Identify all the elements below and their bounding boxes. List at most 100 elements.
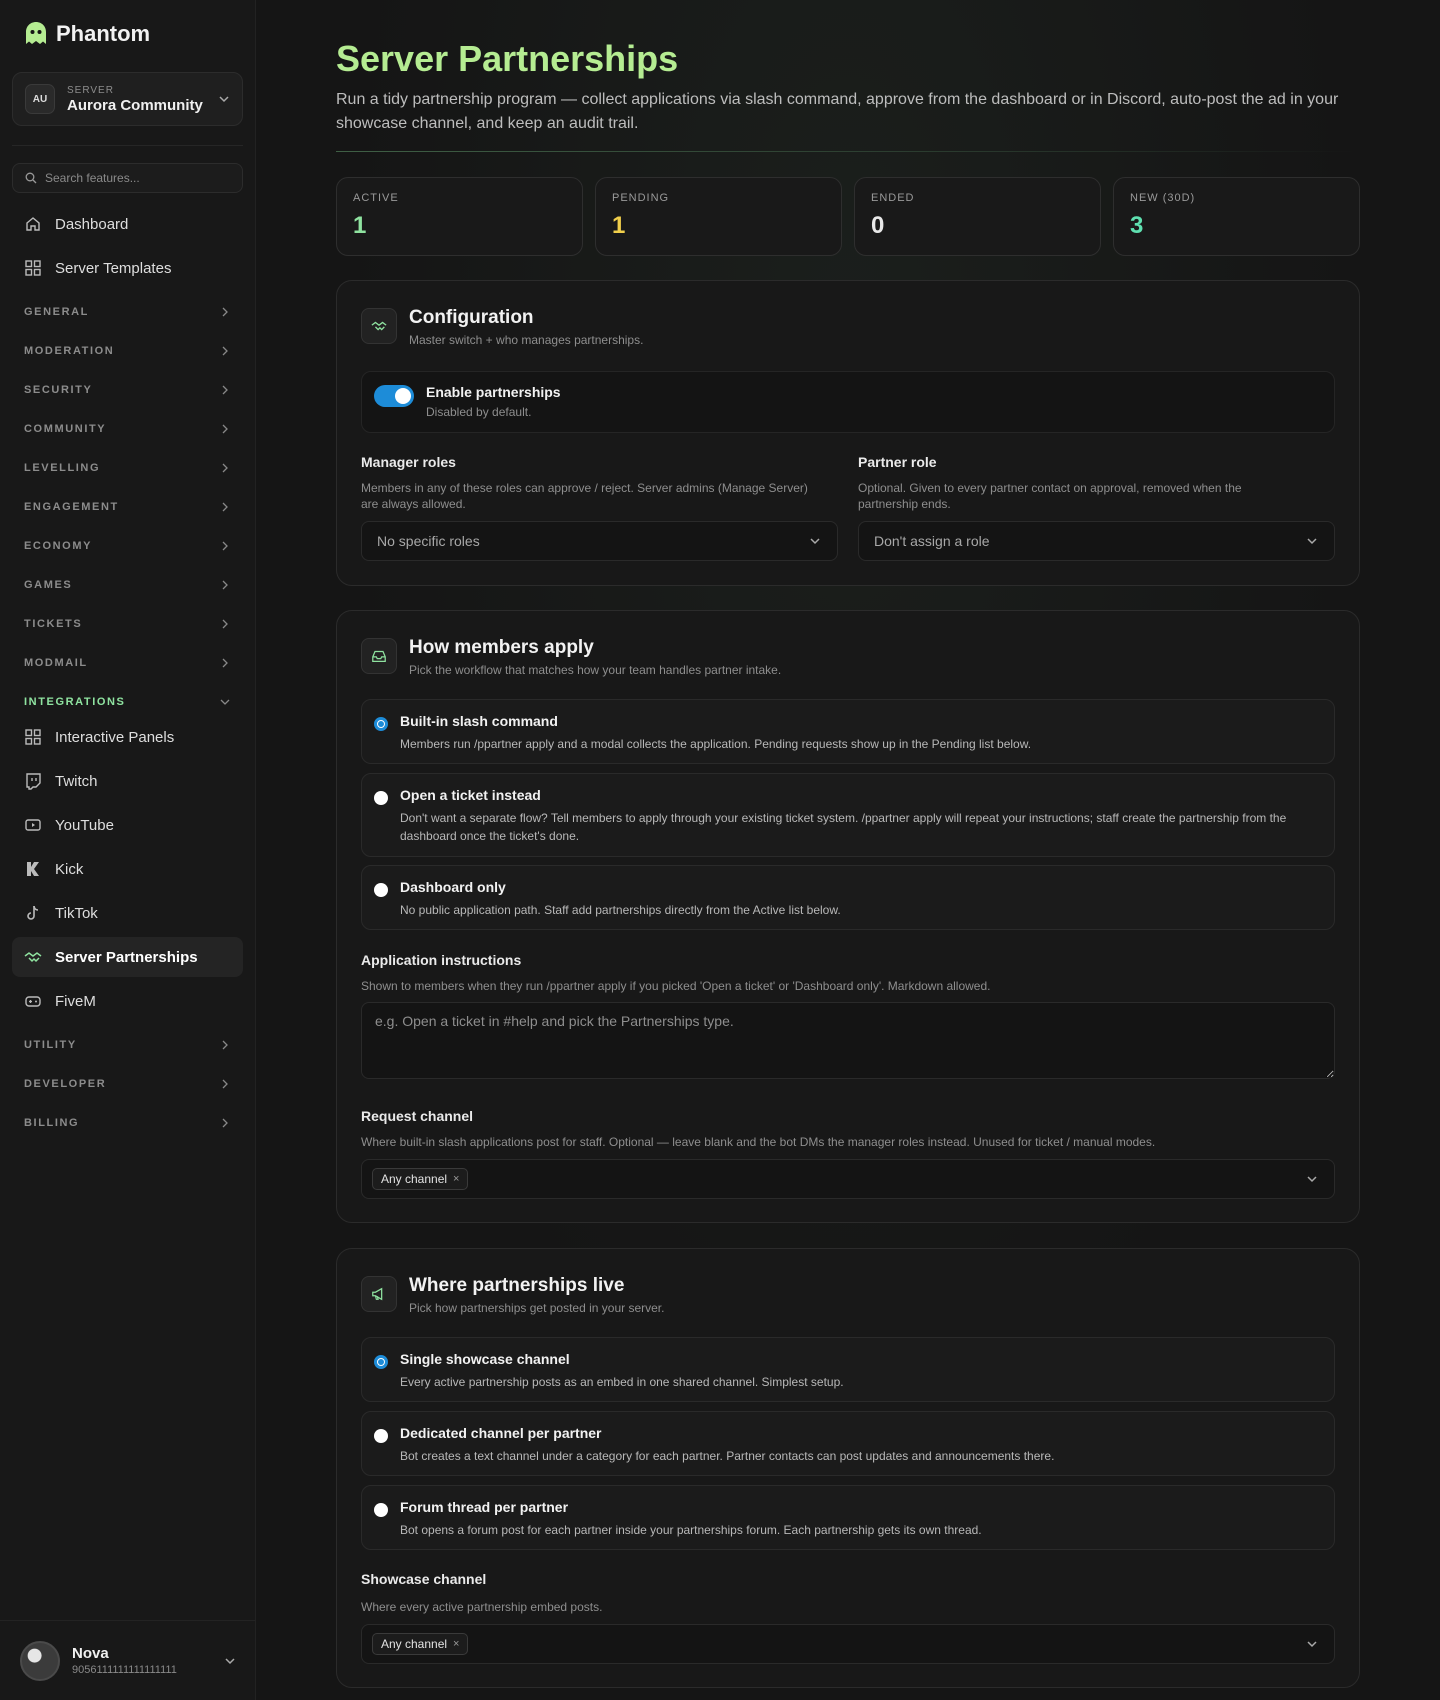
card-title: How members apply <box>409 637 594 658</box>
option-description: Bot creates a text channel under a categ… <box>400 1449 1055 1463</box>
nav-section-general[interactable]: GENERAL <box>24 302 230 322</box>
radio[interactable] <box>374 883 388 897</box>
nav-section-economy[interactable]: ECONOMY <box>24 536 230 556</box>
chip-label: Any channel <box>381 1637 448 1651</box>
stat-new-30d: NEW (30D) 3 <box>1113 177 1360 256</box>
chevron-right-icon <box>222 619 228 629</box>
grid-icon <box>25 729 41 745</box>
nav-server-partnerships[interactable]: Server Partnerships <box>12 937 243 977</box>
kick-icon <box>27 862 39 876</box>
radio-selected[interactable] <box>374 717 388 731</box>
main-content: Server Partnerships Run a tidy partnersh… <box>256 0 1440 1700</box>
option-description: Don't want a separate flow? Tell members… <box>400 811 1287 843</box>
partner-role-select[interactable]: Don't assign a role <box>858 521 1335 561</box>
channel-chip: Any channel × <box>372 1168 469 1190</box>
option-forum-thread[interactable]: Forum thread per partner Bot opens a for… <box>361 1485 1335 1550</box>
user-menu[interactable]: Nova 9056111111111111111 <box>0 1620 256 1700</box>
nav-section-label: UTILITY <box>24 1039 77 1051</box>
nav-interactive-panels[interactable]: Interactive Panels <box>12 717 243 757</box>
manager-roles-select[interactable]: No specific roles <box>361 521 838 561</box>
tiktok-icon <box>27 905 39 920</box>
nav-section-label: BILLING <box>24 1117 80 1129</box>
nav-section-security[interactable]: SECURITY <box>24 380 230 400</box>
stat-pending: PENDING 1 <box>595 177 842 256</box>
nav-youtube[interactable]: YouTube <box>12 805 243 845</box>
request-channel-select[interactable]: Any channel × <box>361 1159 1335 1199</box>
nav-item-label: Twitch <box>55 772 98 790</box>
handshake-icon <box>24 952 42 963</box>
option-dashboard-only[interactable]: Dashboard only No public application pat… <box>361 865 1335 930</box>
nav-section-label: GENERAL <box>24 306 89 318</box>
nav-section-label: DEVELOPER <box>24 1078 107 1090</box>
option-slash-command[interactable]: Built-in slash command Members run /ppar… <box>361 699 1335 764</box>
nav-kick[interactable]: Kick <box>12 849 243 889</box>
nav-section-billing[interactable]: BILLING <box>24 1113 230 1133</box>
nav-server-templates[interactable]: Server Templates <box>12 248 243 288</box>
option-title: Built-in slash command <box>400 713 558 729</box>
stat-value: 1 <box>612 212 626 239</box>
nav-twitch[interactable]: Twitch <box>12 761 243 801</box>
sidebar: Phantom AU SERVER Aurora Community Dashb… <box>0 0 256 1700</box>
card-subtitle: Master switch + who manages partnerships… <box>409 333 644 347</box>
chip-remove-icon[interactable]: × <box>453 1173 459 1185</box>
megaphone-icon <box>372 1287 383 1301</box>
nav-section-engagement[interactable]: ENGAGEMENT <box>24 497 230 517</box>
nav-item-label: YouTube <box>55 816 114 834</box>
chevron-down-icon <box>220 699 230 705</box>
where-partnerships-live-card: Where partnerships live Pick how partner… <box>336 1248 1360 1688</box>
chevron-down-icon <box>219 96 229 103</box>
page-title: Server Partnerships <box>336 38 679 79</box>
grid-icon <box>25 260 41 276</box>
option-dedicated-channel[interactable]: Dedicated channel per partner Bot create… <box>361 1411 1335 1476</box>
nav-tiktok[interactable]: TikTok <box>12 893 243 933</box>
manager-roles-label: Manager roles <box>361 454 456 470</box>
nav-section-modmail[interactable]: MODMAIL <box>24 653 230 673</box>
nav-section-community[interactable]: COMMUNITY <box>24 419 230 439</box>
nav-section-moderation[interactable]: MODERATION <box>24 341 230 361</box>
option-description: Every active partnership posts as an emb… <box>400 1375 844 1389</box>
radio[interactable] <box>374 1429 388 1443</box>
stat-value: 3 <box>1130 212 1144 239</box>
enable-partnerships-row[interactable]: Enable partnerships Disabled by default. <box>361 371 1335 433</box>
radio[interactable] <box>374 1503 388 1517</box>
brand[interactable]: Phantom <box>22 20 150 48</box>
how-members-apply-card: How members apply Pick the workflow that… <box>336 610 1360 1223</box>
nav-section-utility[interactable]: UTILITY <box>24 1035 230 1055</box>
avatar <box>20 1640 60 1681</box>
radio-selected[interactable] <box>374 1355 388 1369</box>
showcase-channel-select[interactable]: Any channel × <box>361 1624 1335 1664</box>
chip-remove-icon[interactable]: × <box>453 1638 459 1650</box>
card-icon <box>361 308 397 344</box>
request-channel-help: Where built-in slash applications post f… <box>361 1135 1156 1149</box>
nav-fivem[interactable]: FiveM <box>12 981 243 1021</box>
chevron-right-icon <box>222 658 228 668</box>
chevron-right-icon <box>222 1040 228 1050</box>
option-open-ticket[interactable]: Open a ticket instead Don't want a separ… <box>361 773 1335 857</box>
instructions-help: Shown to members when they run /ppartner… <box>361 979 991 993</box>
instructions-textarea[interactable] <box>361 1002 1335 1079</box>
server-label: SERVER <box>67 84 114 96</box>
nav-dashboard[interactable]: Dashboard <box>12 204 243 244</box>
chevron-right-icon <box>222 346 228 356</box>
toggle-title: Enable partnerships <box>426 384 561 400</box>
nav-section-label: MODERATION <box>24 345 115 357</box>
enable-partnerships-toggle[interactable] <box>374 385 414 407</box>
nav-section-tickets[interactable]: TICKETS <box>24 614 230 634</box>
nav-section-integrations[interactable]: INTEGRATIONS <box>24 692 230 712</box>
nav-section-levelling[interactable]: LEVELLING <box>24 458 230 478</box>
card-title: Where partnerships live <box>409 1275 625 1296</box>
page-description: Run a tidy partnership program — collect… <box>336 91 1339 132</box>
option-description: No public application path. Staff add pa… <box>400 903 841 917</box>
nav-section-label: LEVELLING <box>24 462 101 474</box>
option-title: Forum thread per partner <box>400 1499 569 1515</box>
chevron-right-icon <box>222 463 228 473</box>
nav-section-developer[interactable]: DEVELOPER <box>24 1074 230 1094</box>
server-selector[interactable]: AU SERVER Aurora Community <box>12 72 243 126</box>
search-box[interactable] <box>12 163 243 193</box>
option-single-showcase[interactable]: Single showcase channel Every active par… <box>361 1337 1335 1402</box>
stat-value: 0 <box>871 212 885 239</box>
radio[interactable] <box>374 791 388 805</box>
card-subtitle: Pick the workflow that matches how your … <box>409 663 782 677</box>
nav-section-games[interactable]: GAMES <box>24 575 230 595</box>
search-input[interactable] <box>45 171 225 185</box>
